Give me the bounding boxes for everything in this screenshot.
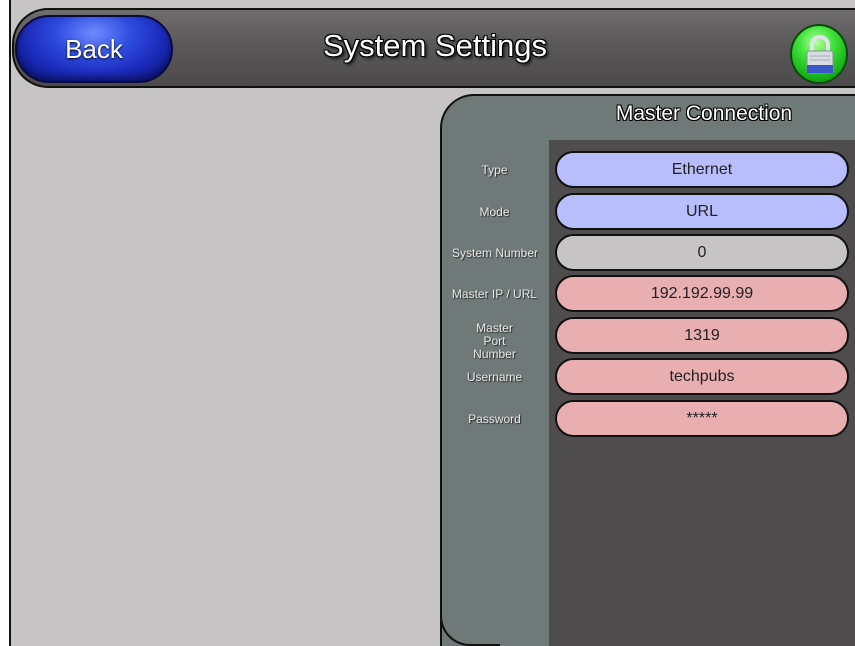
master-connection-panel: Master Connection Type Ethernet Mode URL… xyxy=(440,94,855,646)
master-ip-url-field[interactable]: 192.192.99.99 xyxy=(555,275,849,312)
mode-field[interactable]: URL xyxy=(555,193,849,230)
field-label-type: Type xyxy=(481,163,508,177)
field-label-password: Password xyxy=(468,412,521,426)
field-label-master-ip-url: Master IP / URL xyxy=(451,287,538,301)
page-title: System Settings xyxy=(323,28,547,63)
panel-bottom-edge xyxy=(440,590,500,646)
master-port-number-field[interactable]: 1319 xyxy=(555,317,849,354)
lock-button[interactable] xyxy=(790,24,848,84)
back-button-label: Back xyxy=(65,33,123,64)
field-label-master-port-number: Master Port Number xyxy=(473,321,516,361)
field-label-system-number: System Number xyxy=(451,246,539,260)
username-field[interactable]: techpubs xyxy=(555,358,849,395)
back-button[interactable]: Back xyxy=(15,15,173,83)
field-label-mode: Mode xyxy=(479,205,510,219)
password-field[interactable]: ***** xyxy=(555,400,849,437)
system-number-field[interactable]: 0 xyxy=(555,234,849,271)
type-field[interactable]: Ethernet xyxy=(555,151,849,188)
padlock-icon xyxy=(806,35,834,74)
system-settings-screen: Back System Settings Master Connection T… xyxy=(0,0,855,646)
field-label-username: Username xyxy=(466,370,523,384)
left-frame-edge xyxy=(0,0,11,646)
panel-title: Master Connection xyxy=(615,102,793,125)
